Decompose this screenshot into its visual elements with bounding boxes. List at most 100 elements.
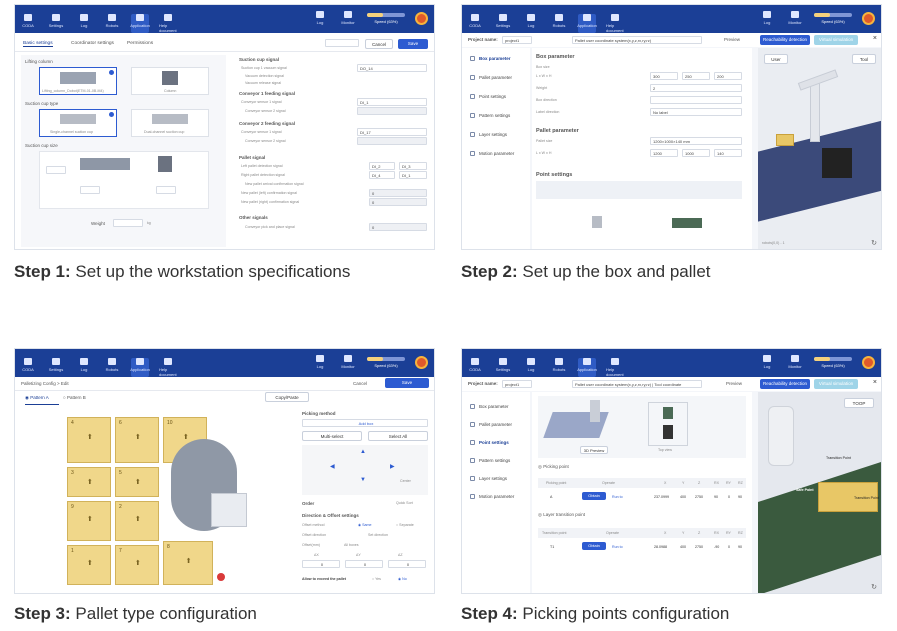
- cancel-button[interactable]: Cancel: [365, 39, 393, 49]
- copy-paste-button[interactable]: Copy/Paste: [265, 392, 309, 402]
- pallet-box[interactable]: 2 ⬆: [115, 501, 159, 541]
- label-direction-select[interactable]: No label: [650, 108, 742, 116]
- speed-slider[interactable]: Speed (63%): [814, 12, 852, 24]
- save-button[interactable]: Save: [385, 378, 429, 388]
- virtual-simulation-button[interactable]: Virtual simulation: [814, 35, 858, 45]
- quick-sort-button[interactable]: Quick Sort: [396, 501, 413, 505]
- toolbar-item[interactable]: Robots: [550, 358, 568, 377]
- log-button[interactable]: Log: [311, 11, 329, 25]
- signal-select[interactable]: [357, 137, 427, 145]
- speed-slider[interactable]: Speed (63%): [367, 12, 405, 24]
- toolbar-item[interactable]: Help document: [606, 358, 624, 377]
- pallet-box[interactable]: 5 ⬆: [115, 467, 159, 497]
- toolbar-item[interactable]: Settings: [47, 14, 65, 33]
- pattern-b-radio[interactable]: ○ Pattern B: [63, 395, 86, 400]
- 3d-preview-button[interactable]: 3D Preview: [580, 446, 608, 454]
- preview-button[interactable]: Preview: [726, 381, 742, 386]
- reachability-button[interactable]: Reachability detection: [760, 379, 810, 389]
- toolbar-item[interactable]: CODA: [19, 358, 37, 377]
- emergency-stop-icon[interactable]: [862, 11, 875, 25]
- signal-select[interactable]: DI_4: [369, 171, 395, 179]
- signal-select[interactable]: [357, 107, 427, 115]
- lifting-column-option[interactable]: Lifting_column_Dobot(ETM-01-0B-M4): [39, 67, 117, 95]
- scene-3d-view[interactable]: User Tool robots(0,0) - 1 ↻: [758, 48, 881, 249]
- nav-box-parameter[interactable]: Box parameter: [470, 404, 509, 409]
- save-button[interactable]: Save: [398, 39, 428, 49]
- pallet-length-input[interactable]: 1200: [650, 149, 678, 157]
- refresh-icon[interactable]: ↻: [871, 583, 877, 591]
- nav-layer-settings[interactable]: Layer settings: [470, 476, 507, 481]
- pallet-box[interactable]: 9 ⬆: [67, 501, 111, 541]
- toolbar-item[interactable]: CODA: [466, 358, 484, 377]
- toolbar-item[interactable]: Settings: [47, 358, 65, 377]
- allow-no-radio[interactable]: ◉ No: [398, 577, 407, 581]
- nav-pallet-parameter[interactable]: Pallet parameter: [470, 75, 512, 80]
- box-height-input[interactable]: 200: [714, 72, 742, 80]
- signal-input[interactable]: 0: [369, 189, 427, 197]
- signal-select[interactable]: DI_17: [357, 128, 427, 136]
- pallet-box[interactable]: 1 ⬆: [67, 545, 111, 585]
- emergency-stop-icon[interactable]: [415, 11, 428, 25]
- toolbar-item[interactable]: Application: [130, 358, 150, 377]
- run-to-button[interactable]: Run to: [612, 495, 623, 499]
- nav-box-parameter[interactable]: Box parameter: [470, 56, 511, 61]
- pallet-width-input[interactable]: 1000: [682, 149, 710, 157]
- nav-pattern-settings[interactable]: Pattern settings: [470, 113, 510, 118]
- virtual-simulation-button[interactable]: Virtual simulation: [814, 379, 858, 389]
- log-button[interactable]: Log: [758, 11, 776, 25]
- coord-system-field[interactable]: Pallet user coordinate system(x,y,z,rx,r…: [572, 36, 702, 44]
- cancel-button[interactable]: Cancel: [353, 381, 367, 386]
- pallet-size-select[interactable]: 1200×1000×140 mm: [650, 137, 742, 145]
- run-to-button[interactable]: Run to: [612, 545, 623, 549]
- monitor-button[interactable]: Monitor: [339, 11, 357, 25]
- arrow-down-icon[interactable]: ▼: [360, 477, 366, 483]
- delta-z-input[interactable]: 0: [388, 560, 426, 568]
- set-direction-button[interactable]: Set direction: [368, 533, 388, 537]
- obtain-button[interactable]: Obtain: [582, 542, 606, 550]
- nav-motion-parameter[interactable]: Motion parameter: [470, 151, 514, 156]
- arrow-left-icon[interactable]: ◀: [330, 463, 335, 470]
- speed-slider[interactable]: Speed (63%): [814, 356, 852, 368]
- monitor-button[interactable]: Monitor: [786, 355, 804, 369]
- size-input[interactable]: [46, 166, 66, 174]
- refresh-icon[interactable]: ↻: [871, 239, 877, 247]
- arrow-right-icon[interactable]: ▶: [390, 463, 395, 470]
- signal-select[interactable]: DI_3: [399, 162, 427, 170]
- weight-input[interactable]: 2: [650, 84, 742, 92]
- separate-radio[interactable]: ○ Separate: [396, 523, 414, 527]
- log-button[interactable]: Log: [311, 355, 329, 369]
- project-name-input[interactable]: project1: [502, 36, 532, 44]
- emergency-stop-icon[interactable]: [415, 355, 428, 369]
- close-icon[interactable]: ×: [873, 35, 877, 42]
- signal-input[interactable]: 0: [369, 223, 427, 231]
- pallet-box[interactable]: 3 ⬆: [67, 467, 111, 497]
- toolbar-item[interactable]: Application: [577, 14, 597, 33]
- box-length-input[interactable]: 300: [650, 72, 678, 80]
- nav-motion-parameter[interactable]: Motion parameter: [470, 494, 514, 499]
- toolbar-item[interactable]: Settings: [494, 358, 512, 377]
- toolbar-item[interactable]: CODA: [19, 14, 37, 33]
- toolbar-item[interactable]: Help document: [159, 14, 177, 33]
- reachability-button[interactable]: Reachability detection: [760, 35, 810, 45]
- signal-select[interactable]: DO_14: [357, 64, 427, 72]
- user-view-button[interactable]: User: [764, 54, 788, 64]
- toolbar-item[interactable]: Log: [522, 14, 540, 33]
- coord-system-field[interactable]: Pallet user coordinate system(x,y,z,rx,r…: [572, 380, 702, 388]
- toolbar-item[interactable]: Help document: [159, 358, 177, 377]
- pallet-box[interactable]: 6 ⬆: [115, 417, 159, 463]
- toolbar-item[interactable]: Log: [75, 14, 93, 33]
- select-all-button[interactable]: Select All: [368, 431, 428, 441]
- pattern-a-radio[interactable]: ◉ Pattern A: [25, 395, 49, 401]
- toolbar-item[interactable]: CODA: [466, 14, 484, 33]
- signal-select[interactable]: DI_2: [369, 162, 395, 170]
- monitor-button[interactable]: Monitor: [786, 11, 804, 25]
- scene-3d-view[interactable]: TOOP Safe Point Transition Point Transit…: [758, 392, 881, 593]
- emergency-stop-icon[interactable]: [862, 355, 875, 369]
- pallet-box[interactable]: 7 ⬆: [115, 545, 159, 585]
- signal-select[interactable]: DI_1: [357, 98, 427, 106]
- mode-select[interactable]: [325, 39, 359, 47]
- toolbar-item[interactable]: Log: [75, 358, 93, 377]
- tab-basic-settings[interactable]: Basic settings: [23, 41, 53, 47]
- arrow-up-icon[interactable]: ▲: [360, 449, 366, 455]
- size-input[interactable]: [80, 186, 100, 194]
